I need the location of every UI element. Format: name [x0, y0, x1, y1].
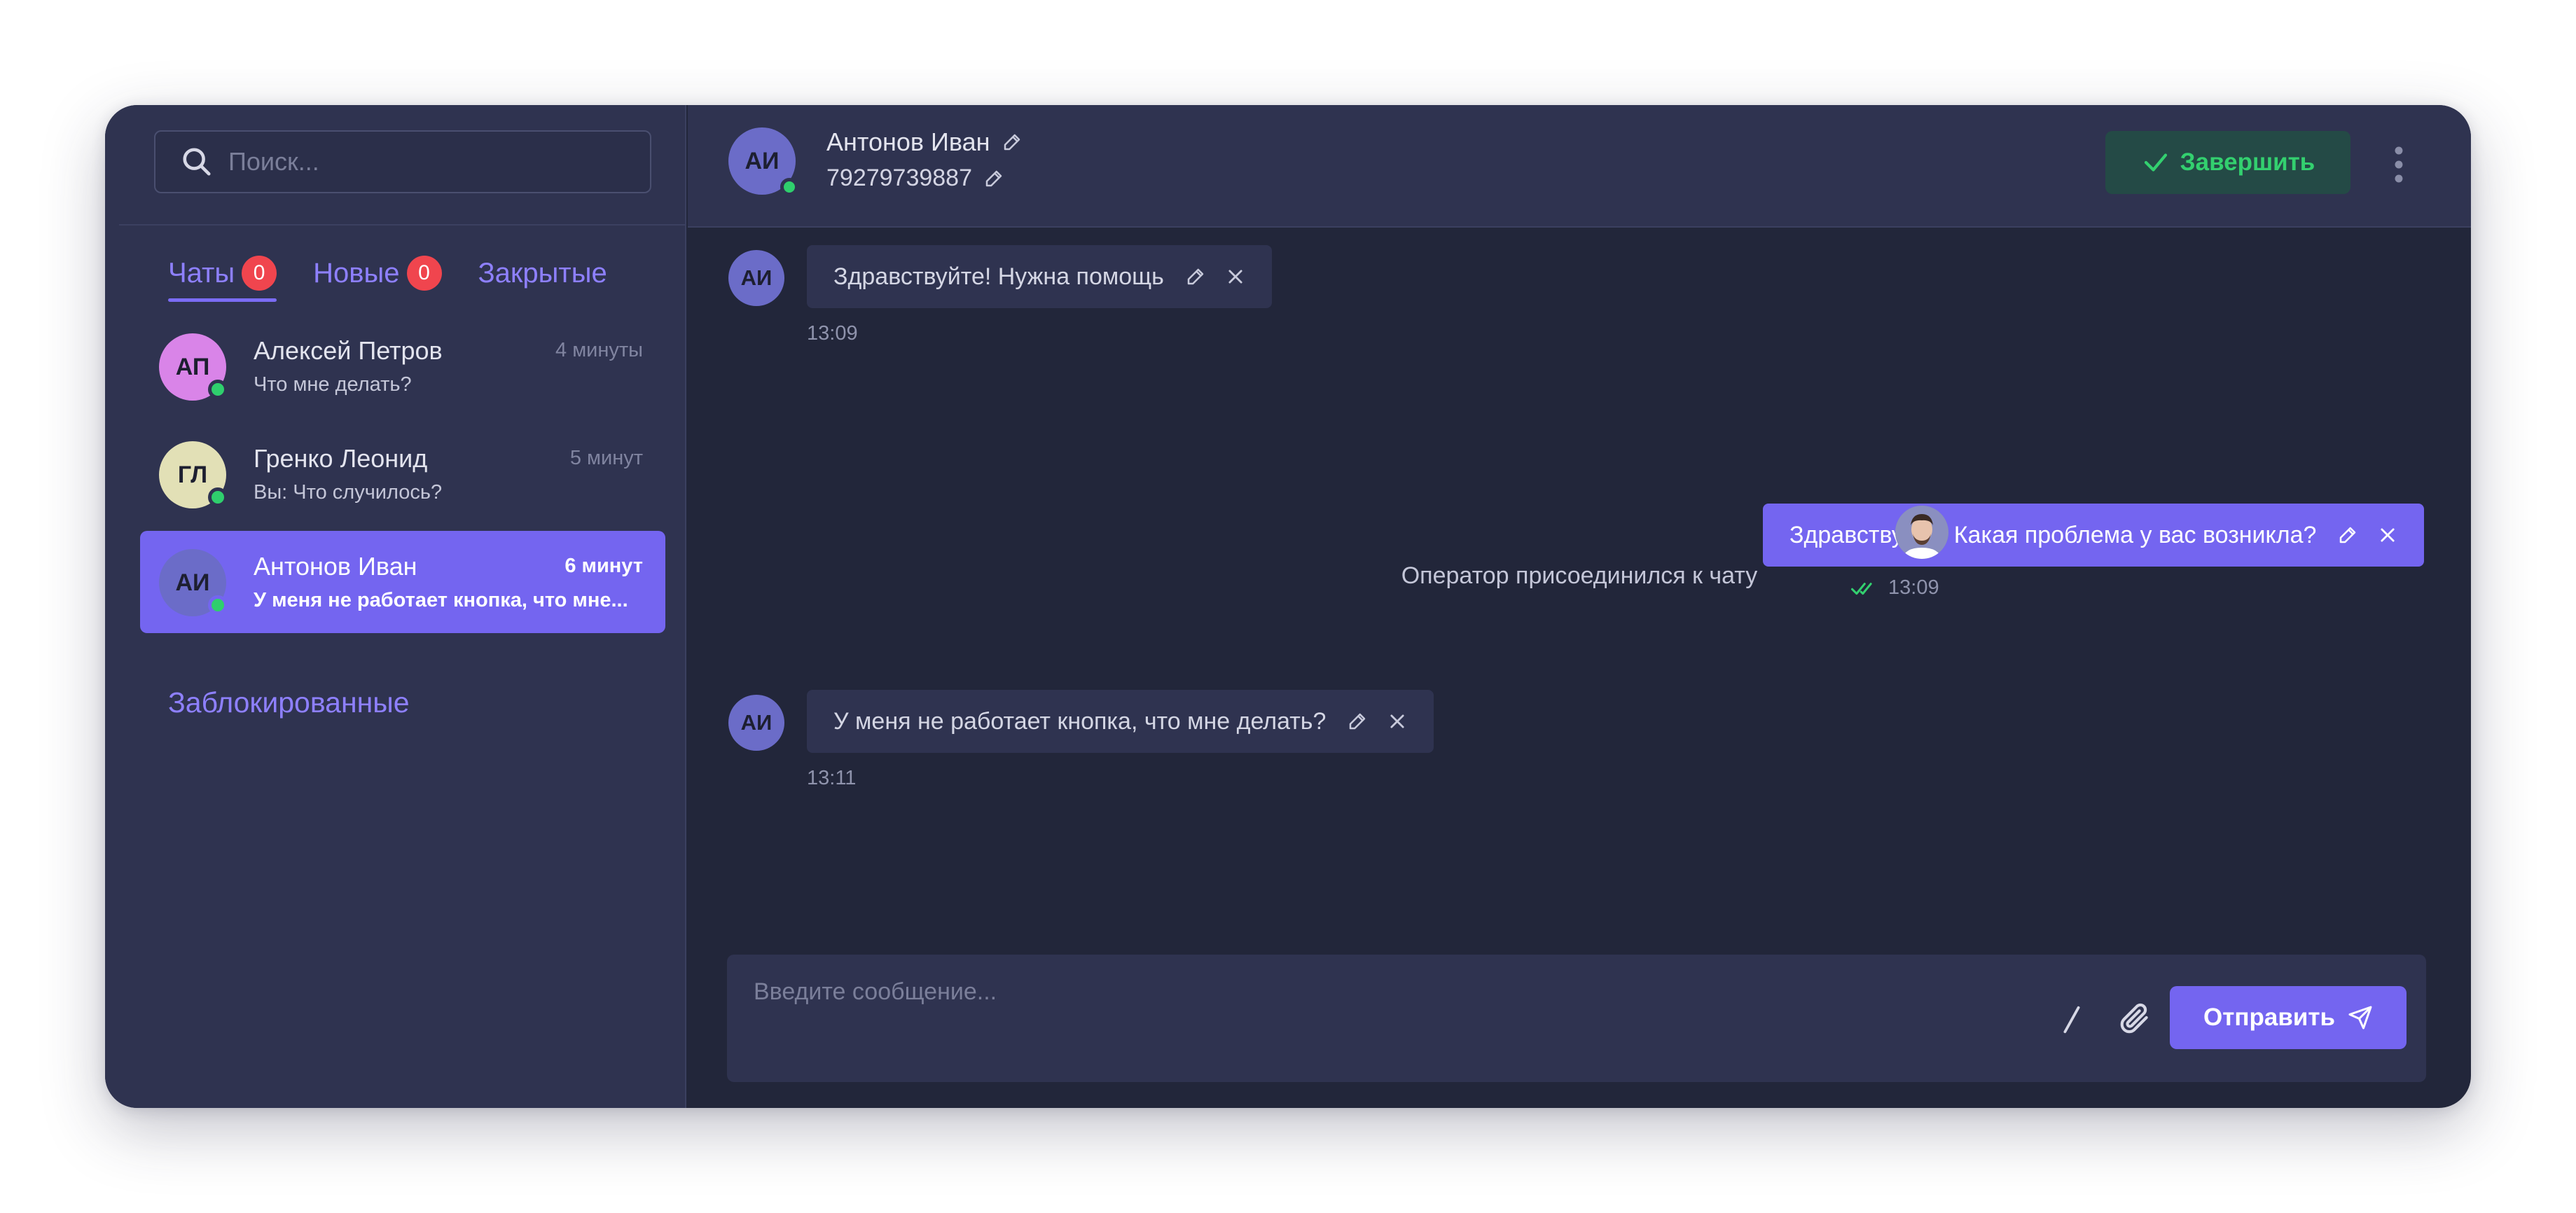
pencil-icon[interactable] — [983, 168, 1004, 189]
finish-button-label: Завершить — [2180, 148, 2315, 176]
tab-closed[interactable]: Закрытые — [478, 258, 607, 298]
close-icon[interactable] — [1226, 267, 1245, 286]
message-bubble: У меня не работает кнопка, что мне делат… — [807, 690, 1434, 753]
contact-name-row: Антонов Иван — [826, 127, 1023, 157]
chat-preview: Вы: Что случилось? — [254, 481, 443, 504]
avatar: АП — [159, 333, 228, 401]
message-input[interactable] — [754, 978, 2014, 1020]
pencil-icon[interactable] — [1185, 266, 1206, 287]
search-input[interactable] — [228, 147, 621, 176]
blocked-chats-link[interactable]: Заблокированные — [168, 686, 410, 719]
pencil-icon[interactable] — [1002, 132, 1023, 153]
tab-label: Новые — [313, 257, 400, 289]
chat-preview: У меня не работает кнопка, что мне... — [254, 589, 628, 611]
tab-chats[interactable]: Чаты 0 — [168, 256, 277, 302]
tab-badge: 0 — [242, 256, 277, 291]
more-vertical-icon[interactable] — [2388, 144, 2409, 186]
pencil-icon[interactable] — [1347, 711, 1368, 732]
tab-label: Чаты — [168, 257, 235, 289]
message-list: АИ Здравствуйте! Нужна помощь 13:09 Опер… — [688, 229, 2471, 1055]
chat-header: АИ Антонов Иван 79279739887 Завершить — [688, 105, 2471, 228]
avatar-initials: АИ — [740, 710, 773, 735]
message-time: 13:09 — [807, 322, 858, 345]
avatar-initials: АП — [175, 353, 210, 380]
tab-badge: 0 — [406, 256, 442, 291]
message-bubble: Здравствуйте! Нужна помощь — [807, 245, 1272, 308]
send-button[interactable]: Отправить — [2170, 986, 2407, 1049]
send-icon — [2348, 1006, 2372, 1030]
avatar: ГЛ — [159, 441, 228, 508]
avatar-initials: ГЛ — [177, 461, 208, 488]
sidebar: Чаты 0 Новые 0 Закрытые АП Алексей Петро… — [105, 105, 686, 1108]
sidebar-divider — [119, 224, 685, 226]
message-text: Здравствуйте! Нужна помощь — [833, 263, 1164, 290]
search-icon — [183, 148, 211, 176]
double-check-icon — [1850, 579, 1877, 597]
paperclip-icon[interactable] — [2117, 999, 2152, 1037]
send-button-label: Отправить — [2203, 1004, 2336, 1031]
slash-icon[interactable] — [2058, 1004, 2086, 1036]
close-icon[interactable] — [1387, 712, 1407, 731]
online-indicator — [208, 595, 228, 615]
chat-name: Гренко Леонид — [254, 444, 428, 473]
operator-avatar — [1895, 506, 1948, 559]
online-indicator — [780, 178, 798, 196]
search-box[interactable] — [154, 130, 651, 193]
message-text: У меня не работает кнопка, что мне делат… — [833, 707, 1327, 735]
contact-phone-row: 79279739887 — [826, 165, 1004, 192]
avatar-initials: АИ — [740, 265, 773, 290]
chat-window: Чаты 0 Новые 0 Закрытые АП Алексей Петро… — [105, 105, 2471, 1108]
avatar-initials: АИ — [745, 147, 780, 174]
message-time: 13:09 — [1888, 576, 1939, 599]
avatar: АИ — [728, 127, 798, 196]
tab-new[interactable]: Новые 0 — [313, 256, 442, 299]
chat-list-item[interactable]: АП Алексей Петров Что мне делать? 4 мину… — [140, 315, 665, 417]
chat-list-item-selected[interactable]: АИ Антонов Иван У меня не работает кнопк… — [140, 531, 665, 633]
pencil-icon[interactable] — [2337, 525, 2358, 546]
online-indicator — [208, 380, 228, 399]
chat-name: Алексей Петров — [254, 336, 443, 365]
message-bubble-outgoing: Здравствуйте! Какая проблема у вас возни… — [1763, 504, 2425, 567]
avatar-initials: АИ — [175, 569, 210, 596]
contact-name: Антонов Иван — [826, 127, 990, 156]
close-icon[interactable] — [2378, 525, 2397, 545]
tab-label: Закрытые — [478, 257, 607, 289]
chat-time: 4 минуты — [555, 339, 643, 361]
avatar: АИ — [159, 549, 228, 616]
chat-list-item[interactable]: ГЛ Гренко Леонид Вы: Что случилось? 5 ми… — [140, 423, 665, 525]
finish-chat-button[interactable]: Завершить — [2105, 131, 2350, 194]
online-indicator — [208, 487, 228, 507]
chat-time: 5 минут — [569, 447, 643, 469]
message-time-row: 13:09 — [1850, 576, 1939, 599]
chat-tabs: Чаты 0 Новые 0 Закрытые — [168, 256, 644, 302]
message-time: 13:11 — [807, 767, 857, 789]
message-text: Здравствуйте! Какая проблема у вас возни… — [1789, 521, 2317, 548]
chat-preview: Что мне делать? — [254, 373, 412, 396]
chat-list: АП Алексей Петров Что мне делать? 4 мину… — [140, 315, 665, 639]
check-icon — [2144, 153, 2167, 172]
contact-phone: 79279739887 — [826, 165, 973, 191]
chat-name: Антонов Иван — [254, 552, 417, 581]
avatar: АИ — [728, 695, 784, 751]
avatar: АИ — [728, 250, 784, 306]
chat-time: 6 минут — [565, 555, 643, 577]
message-composer: Отправить — [727, 955, 2426, 1082]
